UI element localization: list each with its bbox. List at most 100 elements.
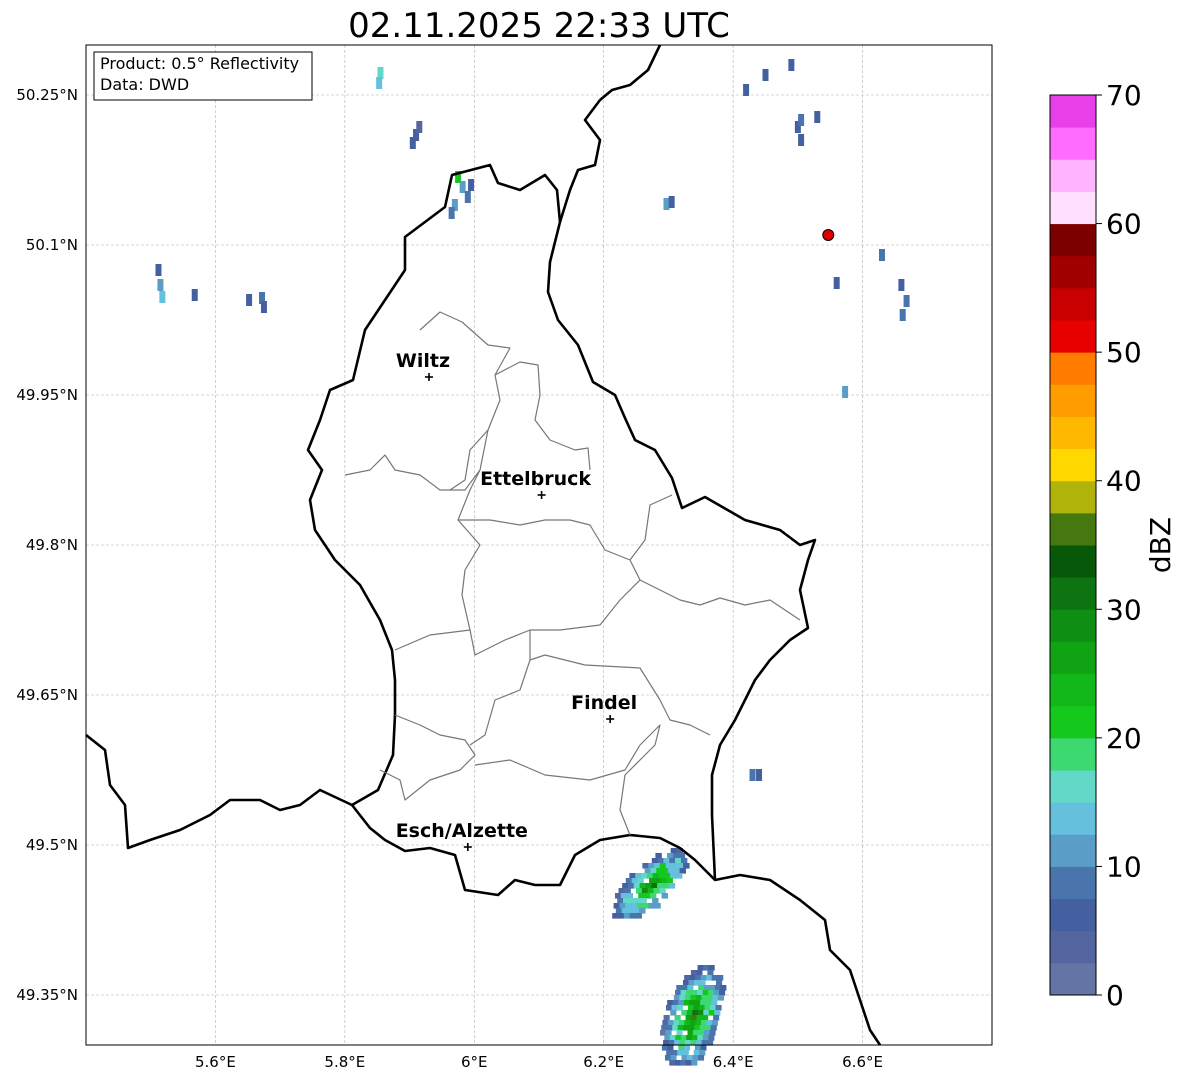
storm-pixel xyxy=(661,1025,668,1031)
storm-pixel xyxy=(645,883,652,889)
echo-pixel xyxy=(899,309,906,321)
echo-pixel xyxy=(468,179,475,191)
colorbar-segment xyxy=(1050,834,1096,867)
storm-pixel xyxy=(631,878,639,884)
lat-tick-label: 50.25°N xyxy=(16,86,78,104)
storm-pixel xyxy=(680,1035,687,1041)
lat-tick-label: 49.5°N xyxy=(26,836,78,854)
echo-pixel xyxy=(376,77,383,89)
storm-pixel xyxy=(625,878,633,884)
storm-pixel xyxy=(613,903,621,909)
storm-pixel xyxy=(663,858,670,864)
storm-pixel xyxy=(647,888,655,894)
lon-tick-label: 6.4°E xyxy=(713,1053,754,1071)
storm-pixel xyxy=(698,1005,706,1011)
echo-pixel xyxy=(246,294,253,306)
storm-pixel xyxy=(654,863,661,869)
storm-pixel xyxy=(695,995,702,1001)
storm-pixel xyxy=(715,1005,722,1011)
colorbar-segment xyxy=(1050,802,1096,835)
storm-pixel xyxy=(706,995,713,1001)
storm-pixel xyxy=(658,873,665,879)
storm-pixel xyxy=(682,980,690,986)
storm-pixel xyxy=(670,873,677,879)
echo-pixel xyxy=(448,207,455,219)
colorbar-segment xyxy=(1050,95,1096,128)
storm-pixel xyxy=(670,1010,677,1016)
storm-pixel xyxy=(615,908,623,914)
echo-pixel xyxy=(416,121,423,133)
storm-pixel xyxy=(664,1055,672,1061)
lon-tick-label: 5.8°E xyxy=(324,1053,365,1071)
storm-pixel xyxy=(688,1025,695,1031)
colorbar-segment xyxy=(1050,673,1096,707)
storm-pixel xyxy=(651,858,659,864)
storm-pixel xyxy=(683,1045,690,1051)
storm-pixel xyxy=(666,1025,673,1031)
storm-pixel xyxy=(710,1025,717,1031)
storm-pixel xyxy=(691,990,698,996)
storm-pixel xyxy=(664,873,671,879)
storm-pixel xyxy=(703,1030,711,1036)
colorbar-segment xyxy=(1050,866,1096,900)
storm-pixel xyxy=(688,980,695,986)
storm-pixel xyxy=(697,1055,705,1061)
storm-pixel xyxy=(673,1020,680,1026)
echo-pixel xyxy=(155,264,162,276)
storm-pixel xyxy=(680,1060,687,1066)
city-label: Ettelbruck xyxy=(480,468,591,490)
lat-tick-label: 49.95°N xyxy=(16,386,78,404)
storm-pixel xyxy=(711,975,718,981)
storm-pixel xyxy=(700,1020,707,1026)
echo-pixel xyxy=(464,191,471,203)
echo-pixel xyxy=(798,114,805,126)
storm-pixel xyxy=(709,1030,716,1036)
storm-pixel xyxy=(639,908,646,914)
storm-pixel xyxy=(667,1045,674,1051)
colorbar-segment xyxy=(1050,159,1096,192)
storm-pixel xyxy=(699,980,706,986)
storm-pixel xyxy=(695,975,702,981)
lat-tick-label: 50.1°N xyxy=(26,236,78,254)
storm-pixel xyxy=(668,883,676,889)
storm-pixel xyxy=(689,1000,696,1006)
storm-pixel xyxy=(636,888,643,894)
colorbar-segment xyxy=(1050,127,1096,160)
colorbar-tick-label: 50 xyxy=(1106,336,1142,369)
storm-pixel xyxy=(629,913,637,919)
storm-pixel xyxy=(672,853,680,859)
storm-pixel xyxy=(685,1060,692,1066)
storm-pixel xyxy=(649,878,656,884)
colorbar-segment xyxy=(1050,898,1096,932)
storm-pixel xyxy=(694,1045,701,1051)
echo-pixel xyxy=(842,386,849,398)
storm-pixel xyxy=(624,888,631,894)
storm-pixel xyxy=(636,903,644,909)
storm-pixel xyxy=(693,1005,700,1011)
colorbar-tick-label: 40 xyxy=(1106,465,1142,498)
storm-pixel xyxy=(686,1055,694,1061)
colorbar-tick-label: 60 xyxy=(1106,208,1142,241)
storm-pixel xyxy=(681,1010,688,1016)
storm-pixel xyxy=(692,1030,700,1036)
storm-pixel xyxy=(699,1050,706,1056)
echo-pixel xyxy=(749,769,756,781)
storm-pixel xyxy=(665,863,673,869)
storm-pixel xyxy=(690,970,697,976)
storm-pixel xyxy=(702,1015,709,1021)
storm-pixel xyxy=(678,853,686,859)
storm-pixel xyxy=(708,1010,715,1016)
storm-pixel xyxy=(703,965,710,971)
storm-pixel xyxy=(678,1020,685,1026)
storm-pixel xyxy=(648,903,655,909)
storm-pixel xyxy=(666,1050,673,1056)
echo-pixel xyxy=(756,769,763,781)
storm-pixel xyxy=(677,863,684,869)
colorbar-tick-label: 20 xyxy=(1106,722,1142,755)
colorbar-segment xyxy=(1050,545,1096,578)
storm-pixel xyxy=(670,848,678,854)
storm-pixel xyxy=(660,878,668,884)
storm-pixel xyxy=(692,1010,699,1016)
lon-tick-label: 5.6°E xyxy=(195,1053,236,1071)
storm-pixel xyxy=(629,873,636,879)
